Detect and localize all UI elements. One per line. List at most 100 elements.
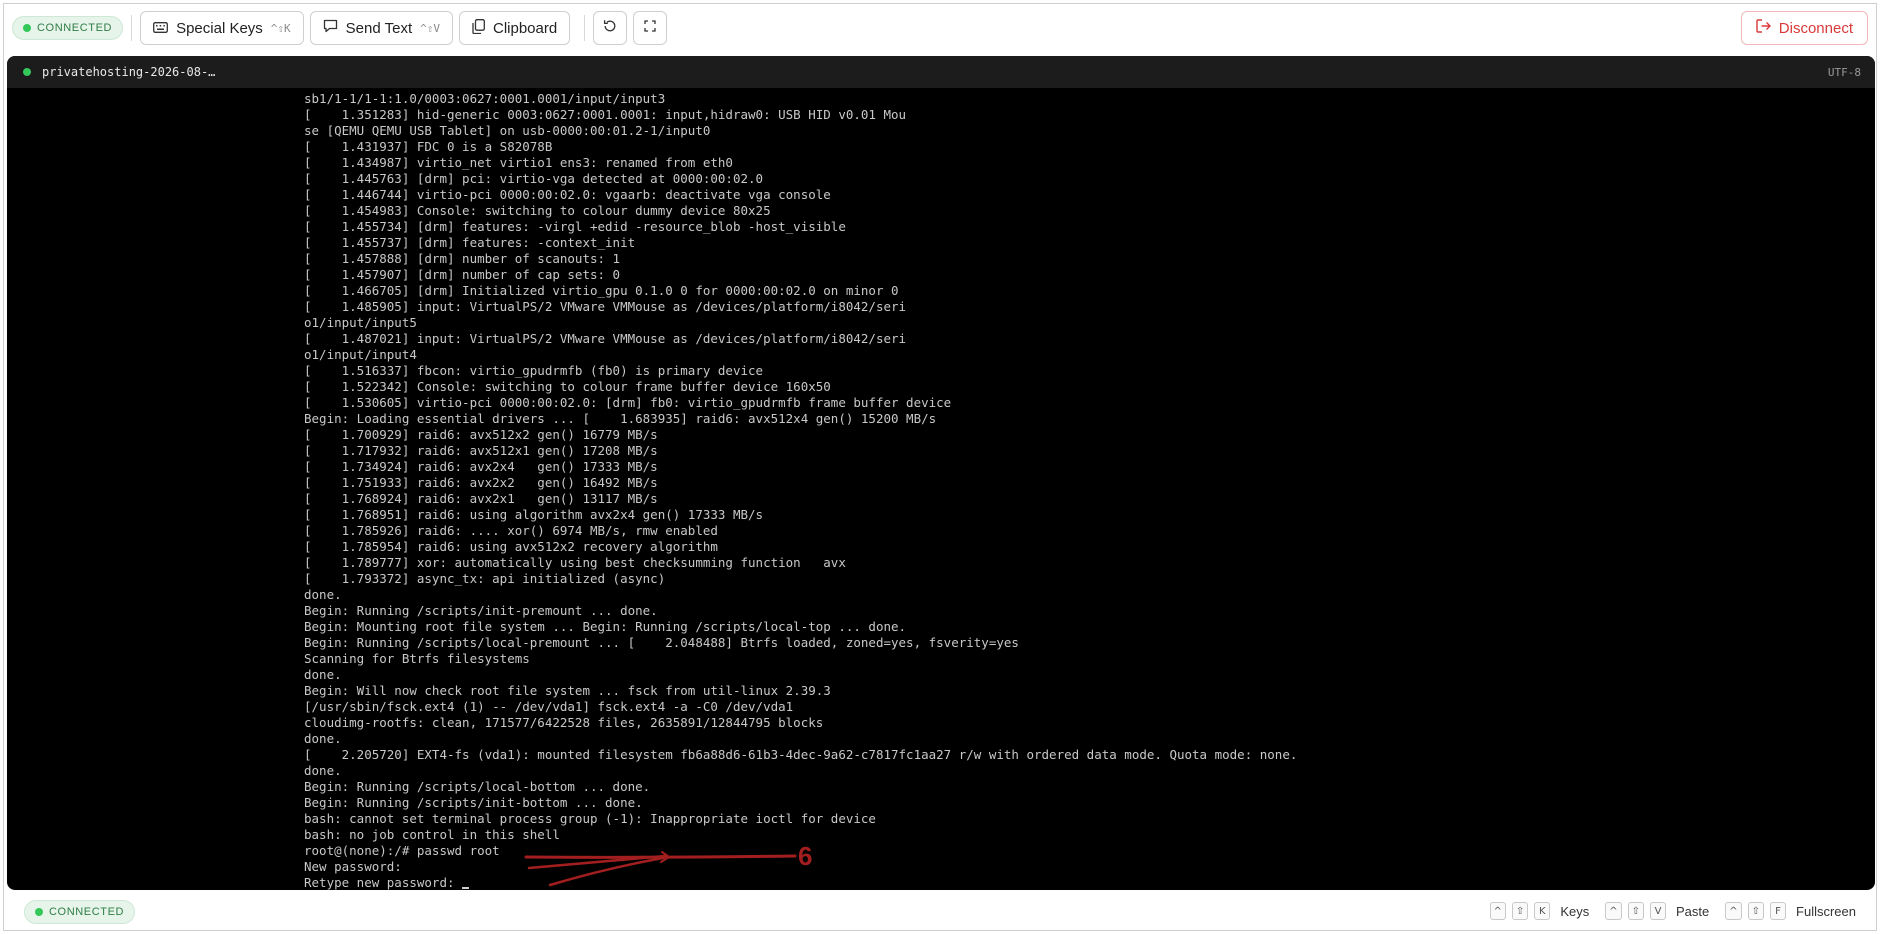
connection-status-badge-bottom: CONNECTED: [24, 900, 136, 924]
special-keys-shortcut: ^⇧K: [270, 21, 291, 35]
terminal-line: [ 1.466705] [drm] Initialized virtio_gpu…: [304, 283, 899, 298]
key-shift: ⇧: [1627, 902, 1644, 920]
key-v: V: [1650, 902, 1666, 920]
special-keys-label: Special Keys: [176, 19, 263, 37]
terminal-line: Retype new password:: [304, 875, 1864, 890]
key-ctrl: ^: [1605, 902, 1622, 920]
terminal-line: [ 1.516337] fbcon: virtio_gpudrmfb (fb0)…: [304, 363, 764, 378]
terminal-line: [ 1.717932] raid6: avx512x1 gen() 17208 …: [304, 443, 658, 458]
terminal-line: done.: [304, 731, 342, 746]
terminal-line: o1/input/input5: [304, 315, 417, 330]
terminal-line: Begin: Loading essential drivers ... [ 1…: [304, 411, 937, 426]
annotation-number: 6: [798, 841, 813, 871]
key-k: K: [1534, 902, 1551, 920]
terminal-line: Begin: Running /scripts/local-bottom ...…: [304, 779, 651, 794]
key-shift: ⇧: [1511, 902, 1529, 920]
refresh-button[interactable]: [593, 11, 628, 45]
terminal-line: [ 1.768924] raid6: avx2x1 gen() 13117 MB…: [304, 491, 658, 506]
terminal-line: [ 1.445763] [drm] pci: virtio-vga detect…: [304, 171, 764, 186]
terminal-line: [ 1.734924] raid6: avx2x4 gen() 17333 MB…: [304, 459, 658, 474]
terminal-header: privatehosting-2026-08-… UTF-8: [7, 56, 1875, 88]
terminal-line: [ 1.768951] raid6: using algorithm avx2x…: [304, 507, 764, 522]
terminal-line: [ 1.351283] hid-generic 0003:0627:0001.0…: [304, 107, 907, 122]
top-toolbar: CONNECTED Special Keys ^⇧K Send Text ^⇧V…: [4, 4, 1878, 52]
copy-icon: [472, 18, 485, 38]
terminal-line: [/usr/sbin/fsck.ext4 (1) -- /dev/vda1] f…: [304, 699, 794, 714]
terminal-line: done.: [304, 667, 342, 682]
key-ctrl: ^: [1489, 902, 1506, 920]
terminal-line: [ 1.457907] [drm] number of cap sets: 0: [304, 267, 621, 282]
send-text-shortcut: ^⇧V: [420, 21, 440, 35]
terminal-line: [ 1.434987] virtio_net virtio1 ens3: ren…: [304, 155, 733, 170]
terminal-line: bash: no job control in this shell: [304, 827, 560, 842]
disconnect-button[interactable]: Disconnect: [1740, 11, 1868, 45]
terminal-line: New password:: [304, 859, 402, 874]
app-frame: CONNECTED Special Keys ^⇧K Send Text ^⇧V…: [3, 3, 1877, 931]
terminal-line: se [QEMU QEMU USB Tablet] on usb-0000:00…: [304, 123, 711, 138]
shortcut-paste-label: Paste: [1676, 903, 1710, 919]
terminal-line: Begin: Will now check root file system .…: [304, 683, 831, 698]
message-icon: [323, 19, 338, 37]
terminal-line: [ 1.455737] [drm] features: -context_ini…: [304, 235, 636, 250]
terminal-line: done.: [304, 587, 342, 602]
terminal-line: bash: cannot set terminal process group …: [304, 811, 876, 826]
terminal-line: done.: [304, 763, 342, 778]
terminal-line: [ 1.751933] raid6: avx2x2 gen() 16492 MB…: [304, 475, 658, 490]
encoding-label: UTF-8: [1827, 66, 1861, 79]
shortcut-hints: ^ ⇧ K Keys ^ ⇧ V Paste ^ ⇧ F Fullscreen: [1489, 902, 1866, 920]
terminal-line: sb1/1-1/1-1:1.0/0003:0627:0001.0001/inpu…: [304, 91, 666, 106]
terminal-line: Scanning for Btrfs filesystems: [304, 651, 530, 666]
session-status-dot-icon: [23, 68, 31, 76]
status-dot-icon: [35, 908, 43, 916]
key-f: F: [1770, 902, 1787, 920]
special-keys-button[interactable]: Special Keys ^⇧K: [140, 11, 304, 45]
terminal-line: Begin: Mounting root file system ... Beg…: [304, 619, 907, 634]
shortcut-keys-label: Keys: [1560, 903, 1590, 919]
terminal-line: [ 1.785926] raid6: .... xor() 6974 MB/s,…: [304, 523, 718, 538]
terminal-line: Begin: Running /scripts/init-bottom ... …: [304, 795, 643, 810]
terminal-line: [ 1.522342] Console: switching to colour…: [304, 379, 831, 394]
terminal-line: root@(none):/# passwd root: [304, 843, 500, 858]
connection-status-text: CONNECTED: [49, 906, 125, 918]
terminal-line: Begin: Running /scripts/init-premount ..…: [304, 603, 658, 618]
toolbar-divider: [131, 15, 133, 41]
terminal-line: [ 1.485905] input: VirtualPS/2 VMware VM…: [304, 299, 907, 314]
key-ctrl: ^: [1725, 902, 1742, 920]
terminal-line: [ 1.431937] FDC 0 is a S82078B: [304, 139, 553, 154]
terminal-line: [ 1.530605] virtio-pci 0000:00:02.0: [dr…: [304, 395, 952, 410]
connection-status-text: CONNECTED: [37, 22, 113, 34]
send-text-label: Send Text: [345, 19, 413, 37]
status-dot-icon: [23, 24, 31, 32]
terminal-line: [ 1.446744] virtio-pci 0000:00:02.0: vga…: [304, 187, 831, 202]
bottom-status-bar: CONNECTED ^ ⇧ K Keys ^ ⇧ V Paste ^ ⇧ F F…: [4, 892, 1878, 932]
terminal-line: [ 1.789777] xor: automatically using bes…: [304, 555, 846, 570]
terminal-output[interactable]: sb1/1-1/1-1:1.0/0003:0627:0001.0001/inpu…: [304, 91, 1864, 890]
send-text-button[interactable]: Send Text ^⇧V: [309, 11, 453, 45]
terminal-line: [ 1.455734] [drm] features: -virgl +edid…: [304, 219, 846, 234]
terminal-panel[interactable]: privatehosting-2026-08-… UTF-8 sb1/1-1/1…: [7, 56, 1875, 890]
connection-status-badge: CONNECTED: [12, 16, 124, 40]
refresh-icon: [603, 19, 617, 38]
terminal-line: [ 1.457888] [drm] number of scanouts: 1: [304, 251, 621, 266]
clipboard-button[interactable]: Clipboard: [459, 11, 571, 45]
clipboard-label: Clipboard: [493, 19, 558, 37]
terminal-line: [ 1.454983] Console: switching to colour…: [304, 203, 771, 218]
fullscreen-icon: [644, 19, 656, 37]
terminal-line: cloudimg-rootfs: clean, 171577/6422528 f…: [304, 715, 824, 730]
terminal-line: [ 1.793372] async_tx: api initialized (a…: [304, 571, 666, 586]
fullscreen-button[interactable]: [633, 11, 668, 45]
shortcut-fullscreen-label: Fullscreen: [1796, 903, 1856, 919]
terminal-line: [ 2.205720] EXT4-fs (vda1): mounted file…: [304, 747, 1298, 762]
terminal-cursor: [462, 887, 470, 889]
toolbar-divider: [584, 15, 586, 41]
terminal-line: [ 1.785954] raid6: using avx512x2 recove…: [304, 539, 718, 554]
terminal-line: [ 1.487021] input: VirtualPS/2 VMware VM…: [304, 331, 907, 346]
session-title: privatehosting-2026-08-…: [42, 65, 216, 79]
disconnect-label: Disconnect: [1778, 19, 1853, 37]
keyboard-icon: [153, 20, 169, 37]
logout-icon: [1756, 19, 1771, 37]
terminal-line: Begin: Running /scripts/local-premount .…: [304, 635, 1019, 650]
terminal-line: [ 1.700929] raid6: avx512x2 gen() 16779 …: [304, 427, 658, 442]
key-shift: ⇧: [1747, 902, 1765, 920]
terminal-line: o1/input/input4: [304, 347, 417, 362]
